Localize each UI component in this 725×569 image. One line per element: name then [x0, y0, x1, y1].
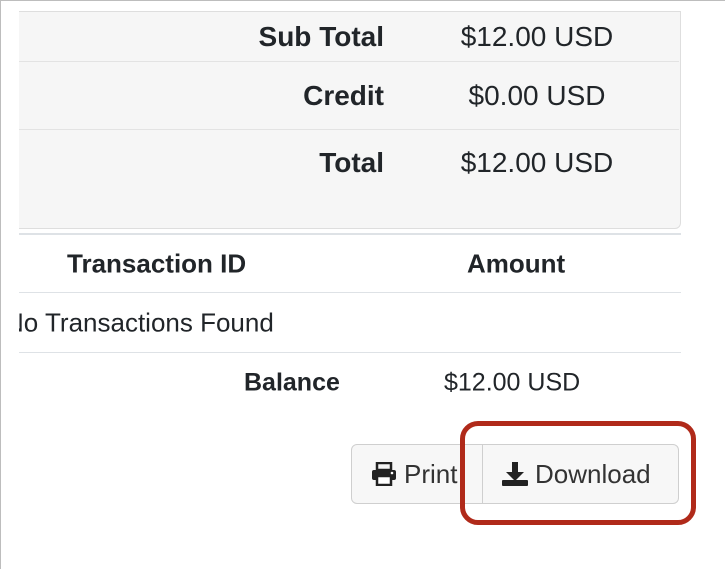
balance-row: Balance $12.00 USD	[19, 353, 681, 413]
transactions-table-header: Transaction ID Amount	[19, 233, 681, 293]
transaction-id-header: Transaction ID	[67, 248, 247, 278]
subtotal-row: Sub Total $12.00 USD	[19, 12, 679, 62]
total-value: $12.00 USD	[460, 147, 614, 178]
subtotal-label: Sub Total	[258, 20, 384, 52]
credit-row: Credit $0.00 USD	[19, 62, 679, 130]
credit-label: Credit	[303, 79, 384, 111]
download-button-label: Download	[535, 458, 651, 489]
download-button[interactable]: Download	[483, 444, 679, 504]
invoice-totals-card: Sub Total $12.00 USD Credit $0.00 USD To…	[19, 11, 681, 229]
total-row: Total $12.00 USD	[19, 130, 679, 196]
invoice-panel: Sub Total $12.00 USD Credit $0.00 USD To…	[0, 0, 725, 569]
no-transactions-message: No Transactions Found	[19, 307, 274, 337]
total-label: Total	[319, 147, 384, 178]
subtotal-value: $12.00 USD	[460, 20, 614, 52]
credit-value: $0.00 USD	[468, 79, 606, 111]
transactions-empty-row: No Transactions Found	[19, 293, 681, 353]
print-button[interactable]: Print	[351, 444, 483, 504]
balance-label: Balance	[244, 368, 340, 397]
print-button-label: Print	[404, 458, 458, 489]
amount-header: Amount	[467, 248, 566, 278]
download-icon	[502, 462, 528, 486]
invoice-actions-group: Print Download	[351, 444, 679, 504]
printer-icon	[372, 462, 396, 486]
balance-value: $12.00 USD	[444, 368, 581, 397]
